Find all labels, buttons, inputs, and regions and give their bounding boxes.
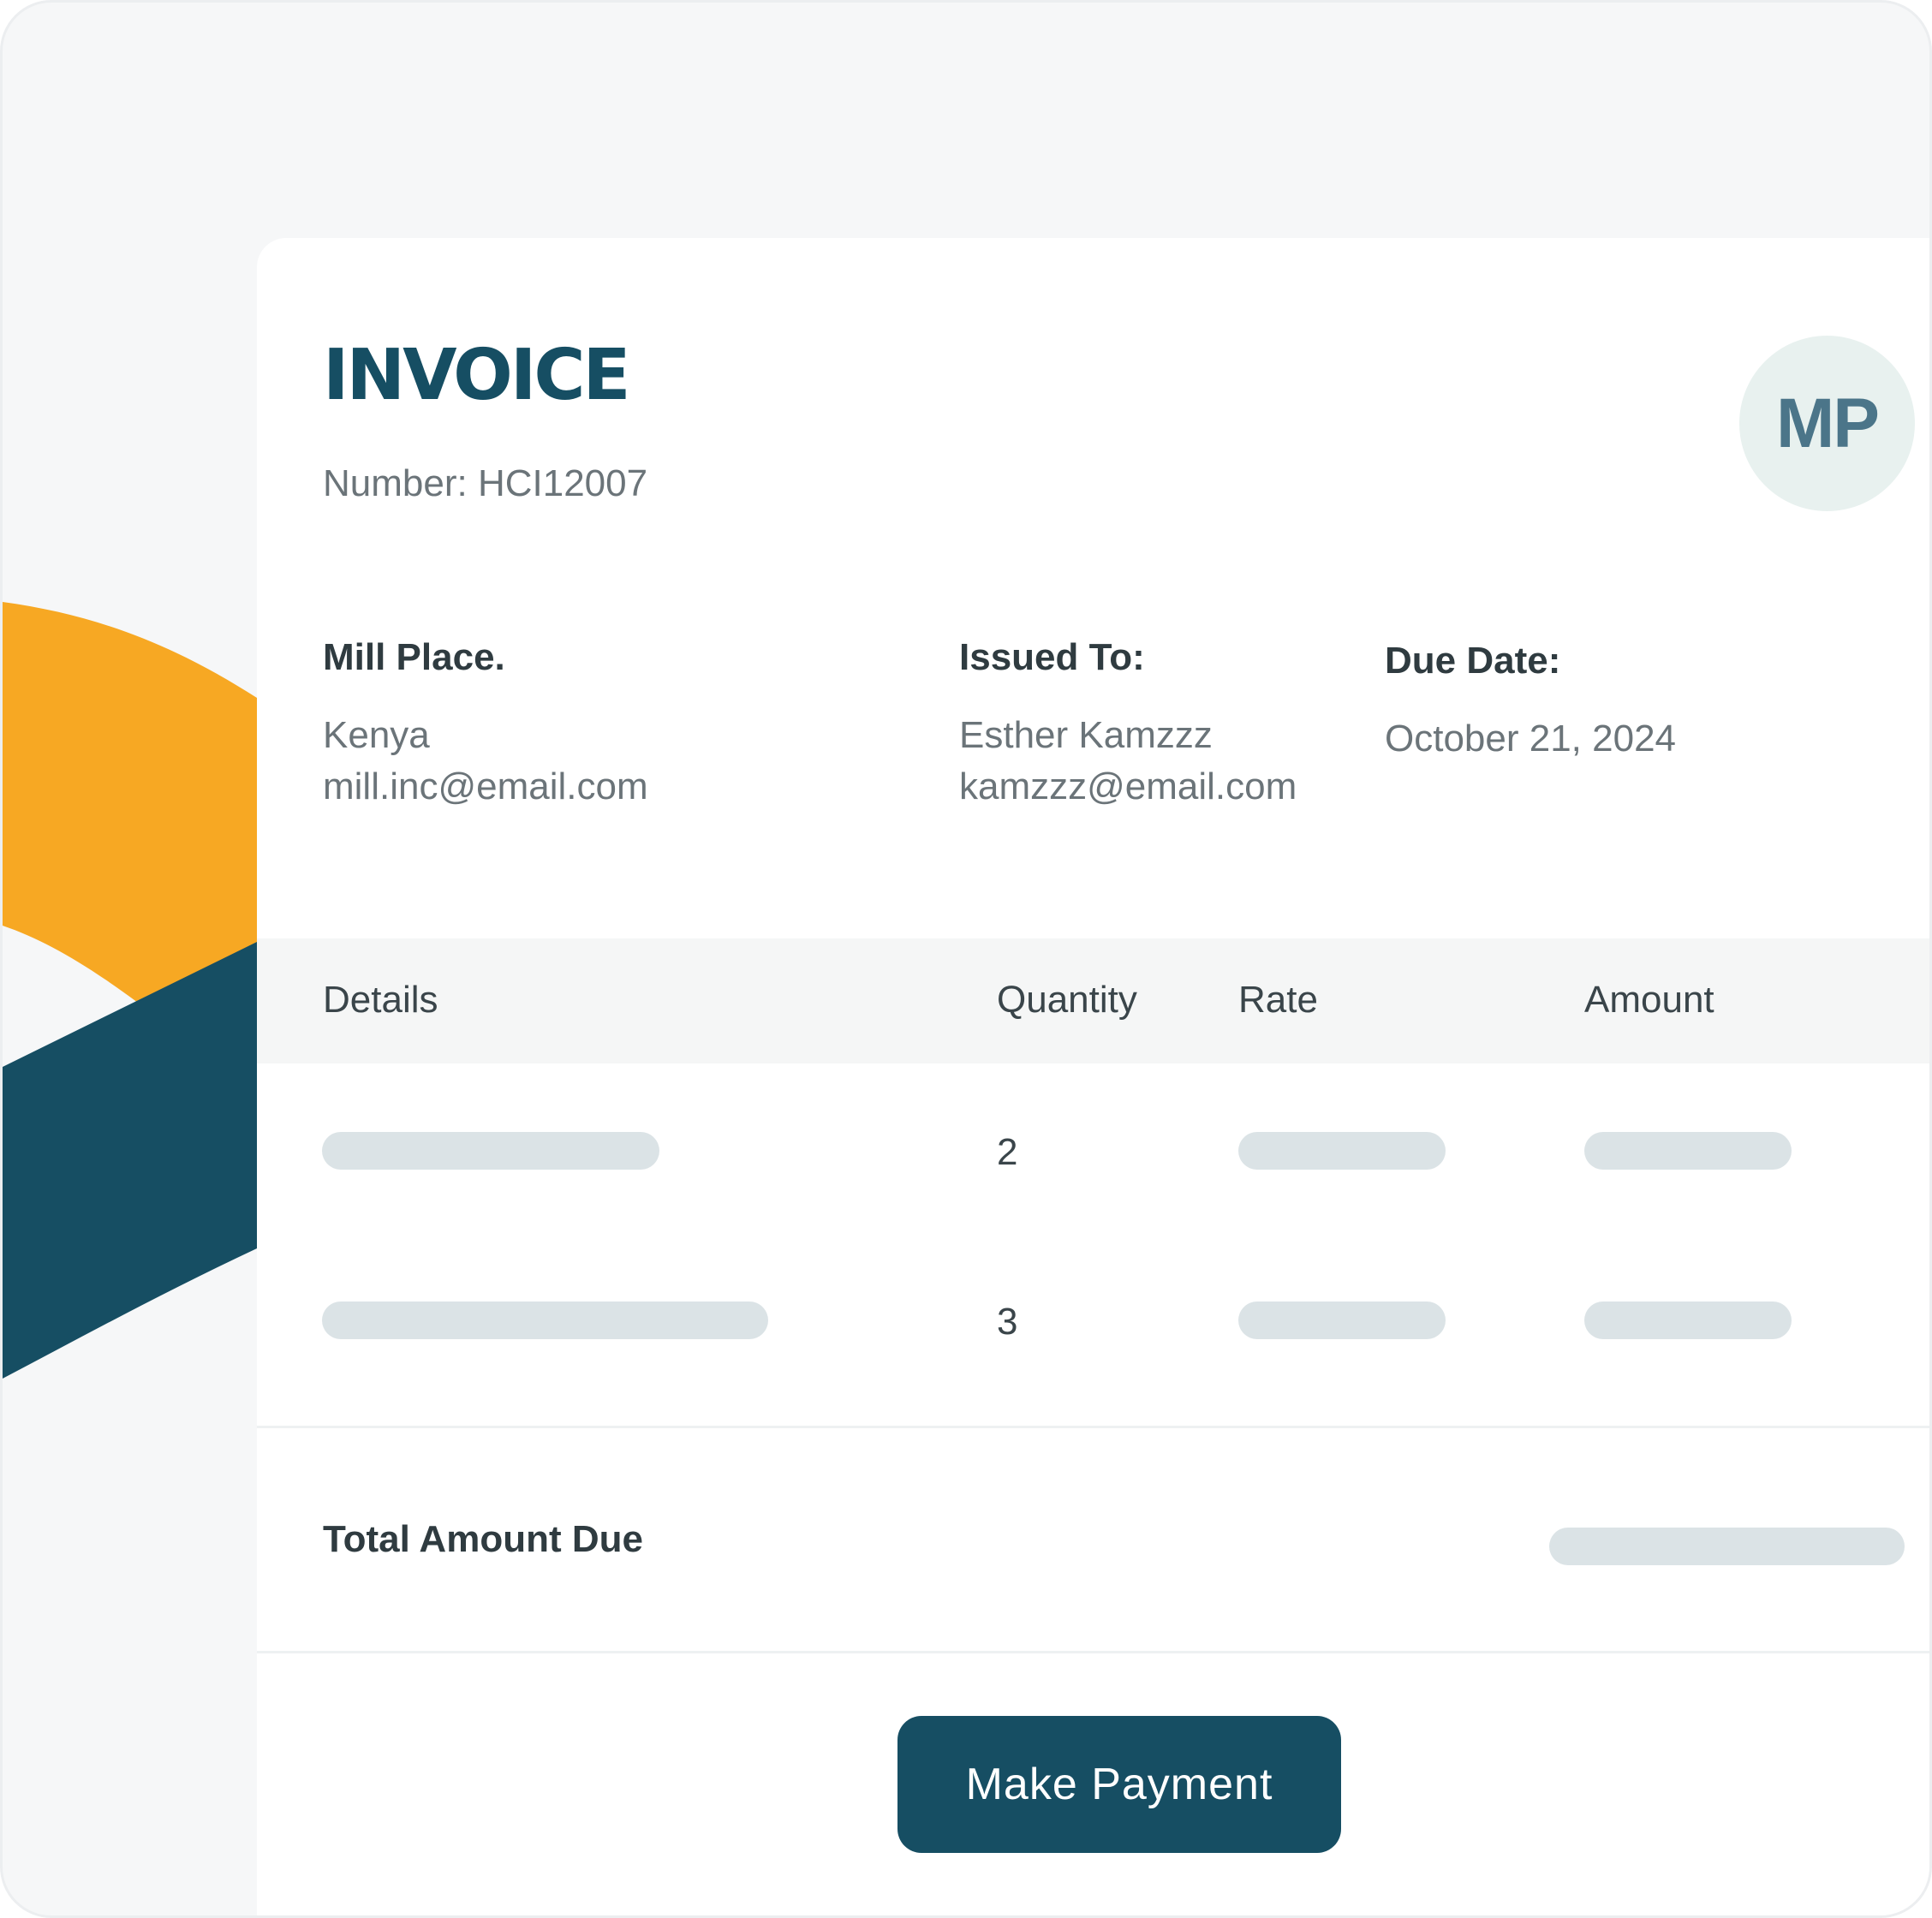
- amount-placeholder: [1584, 1302, 1792, 1339]
- details-placeholder: [322, 1132, 659, 1170]
- invoice-title: INVOICE: [323, 335, 631, 416]
- column-header-amount: Amount: [1584, 979, 1714, 1021]
- orange-arc-shape: [3, 602, 257, 1003]
- due-date-label: Due Date:: [1385, 640, 1561, 682]
- due-date-value: October 21, 2024: [1385, 718, 1677, 759]
- table-row: 3: [257, 1272, 1929, 1375]
- column-header-quantity: Quantity: [997, 979, 1137, 1021]
- recipient-email: kamzzz@email.com: [959, 765, 1297, 807]
- quantity-value: 3: [997, 1301, 1018, 1343]
- sender-email: mill.inc@email.com: [323, 765, 648, 807]
- total-amount-label: Total Amount Due: [323, 1518, 643, 1560]
- rate-placeholder: [1238, 1302, 1446, 1339]
- column-header-rate: Rate: [1238, 979, 1318, 1021]
- teal-band-shape: [3, 942, 257, 1379]
- app-frame: INVOICE Number: HCI12007 MP Mill Place. …: [0, 0, 1932, 1918]
- recipient-name: Esther Kamzzz: [959, 714, 1213, 756]
- invoice-number: Number: HCI12007: [323, 462, 648, 504]
- divider: [257, 1426, 1929, 1428]
- issued-to-label: Issued To:: [959, 636, 1145, 678]
- table-row: 2: [257, 1103, 1929, 1206]
- column-header-details: Details: [323, 979, 438, 1021]
- rate-placeholder: [1238, 1132, 1446, 1170]
- details-placeholder: [322, 1302, 768, 1339]
- divider: [257, 1651, 1929, 1653]
- invoice-card: INVOICE Number: HCI12007 MP Mill Place. …: [257, 238, 1929, 1915]
- sender-name: Mill Place.: [323, 636, 505, 678]
- sender-country: Kenya: [323, 714, 430, 756]
- make-payment-button[interactable]: Make Payment: [897, 1716, 1341, 1853]
- avatar-initials: MP: [1776, 384, 1880, 462]
- total-amount-placeholder: [1549, 1528, 1905, 1565]
- quantity-value: 2: [997, 1131, 1018, 1173]
- amount-placeholder: [1584, 1132, 1792, 1170]
- avatar[interactable]: MP: [1739, 336, 1915, 511]
